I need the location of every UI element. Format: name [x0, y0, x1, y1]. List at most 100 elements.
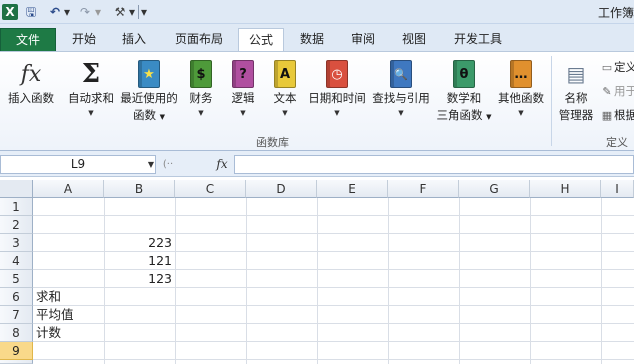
- cell-b3[interactable]: 223: [104, 234, 175, 252]
- tab-file[interactable]: 文件: [0, 28, 56, 52]
- autosum-label: 自动求和: [68, 91, 114, 105]
- name-box[interactable]: L9: [0, 155, 156, 174]
- gridline: [33, 341, 634, 342]
- lookup-reference-button[interactable]: 🔍 查找与引用 ▼: [369, 58, 433, 119]
- row-header-6[interactable]: 6: [0, 288, 33, 306]
- row-header-10[interactable]: 10: [0, 360, 33, 364]
- insert-function-label: 插入函数: [8, 91, 54, 105]
- more-functions-label: 其他函数: [498, 91, 544, 105]
- cell-a6[interactable]: 求和: [33, 288, 104, 306]
- undo-dropdown-icon[interactable]: ▾: [63, 4, 71, 20]
- column-header-c[interactable]: C: [175, 180, 246, 198]
- row-header-3[interactable]: 3: [0, 234, 33, 252]
- gridline: [33, 215, 634, 216]
- qat-separator: [138, 5, 139, 19]
- date-book-icon: ◷: [326, 60, 348, 88]
- date-time-button[interactable]: ◷ 日期和时间 ▼: [305, 58, 369, 119]
- column-header-g[interactable]: G: [459, 180, 530, 198]
- select-all-corner[interactable]: [0, 180, 33, 198]
- redo-icon[interactable]: ↷: [78, 4, 92, 20]
- cell-b4[interactable]: 121: [104, 252, 175, 270]
- create-from-selection-icon: ▦: [601, 109, 613, 122]
- excel-logo-icon[interactable]: X: [2, 4, 18, 20]
- autosum-button[interactable]: Σ 自动求和 ▼: [64, 58, 118, 119]
- undo-icon[interactable]: ↶: [48, 4, 62, 20]
- math-book-icon: θ: [453, 60, 475, 88]
- row-header-2[interactable]: 2: [0, 216, 33, 234]
- name-manager-icon: ▤: [566, 62, 586, 86]
- tab-data[interactable]: 数据: [288, 28, 336, 52]
- recently-used-label: 最近使用的: [120, 91, 178, 105]
- chevron-down-icon: ▼: [398, 109, 404, 117]
- sigma-icon: Σ: [81, 59, 101, 89]
- insert-function-button[interactable]: fx 插入函数: [4, 58, 58, 107]
- cell-b5[interactable]: 123: [104, 270, 175, 288]
- tab-review[interactable]: 审阅: [338, 28, 388, 52]
- fx-icon: fx: [20, 61, 42, 87]
- ribbon-tabs: 文件 开始 插入 页面布局 公式 数据 审阅 视图 开发工具: [0, 24, 634, 53]
- worksheet-grid[interactable]: A B C D E F G H I 1 2 3 4 5 6 7 8 9 10 2…: [0, 180, 634, 364]
- row-header-4[interactable]: 4: [0, 252, 33, 270]
- group-separator: [551, 56, 552, 146]
- column-header-b[interactable]: B: [104, 180, 175, 198]
- row-header-9[interactable]: 9: [0, 342, 33, 360]
- name-box-dropdown-icon[interactable]: ▼: [146, 155, 156, 174]
- more-book-icon: …: [510, 60, 532, 88]
- math-trig-button[interactable]: θ 数学和 三角函数 ▼: [434, 58, 494, 126]
- column-header-d[interactable]: D: [246, 180, 317, 198]
- define-name-icon: ▭: [601, 61, 613, 74]
- gridline: [317, 198, 318, 364]
- column-header-e[interactable]: E: [317, 180, 388, 198]
- function-library-label: 函数库: [256, 136, 289, 149]
- recent-book-icon: ★: [138, 60, 160, 88]
- define-name-button[interactable]: ▭ 定义: [600, 58, 634, 76]
- save-icon[interactable]: 🖫: [24, 4, 38, 20]
- tab-view[interactable]: 视图: [390, 28, 438, 52]
- insert-function-fx-button[interactable]: fx: [212, 155, 232, 174]
- column-header-i[interactable]: I: [601, 180, 634, 198]
- recently-used-button[interactable]: ★ 最近使用的 函数 ▼: [118, 58, 180, 126]
- name-manager-label-2: 管理器: [558, 108, 594, 122]
- gridline: [388, 198, 389, 364]
- formula-bar-splitter-icon[interactable]: (··: [160, 155, 176, 174]
- tab-insert[interactable]: 插入: [110, 28, 158, 52]
- formula-bar: L9 ▼ (·· fx: [0, 151, 634, 177]
- tools-dropdown-icon[interactable]: ▾: [128, 4, 136, 20]
- tab-page-layout[interactable]: 页面布局: [160, 28, 238, 52]
- column-header-h[interactable]: H: [530, 180, 601, 198]
- cell-a8[interactable]: 计数: [33, 324, 104, 342]
- recently-used-label-2: 函数 ▼: [132, 108, 166, 122]
- text-functions-button[interactable]: A 文本 ▼: [268, 58, 302, 119]
- row-header-5[interactable]: 5: [0, 270, 33, 288]
- column-header-a[interactable]: A: [33, 180, 104, 198]
- column-header-f[interactable]: F: [388, 180, 459, 198]
- text-book-icon: A: [274, 60, 296, 88]
- more-functions-button[interactable]: … 其他函数 ▼: [494, 58, 548, 119]
- tab-home[interactable]: 开始: [58, 28, 110, 52]
- redo-dropdown-icon[interactable]: ▾: [94, 4, 102, 20]
- chevron-down-icon: ▼: [334, 109, 340, 117]
- tab-developer[interactable]: 开发工具: [440, 28, 516, 52]
- customize-icon[interactable]: ▾: [140, 4, 148, 20]
- financial-button[interactable]: $ 财务 ▼: [184, 58, 218, 119]
- row-header-1[interactable]: 1: [0, 198, 33, 216]
- name-manager-button[interactable]: ▤ 名称 管理器: [555, 58, 597, 124]
- create-from-selection-button[interactable]: ▦ 根据: [600, 106, 634, 124]
- cell-a7[interactable]: 平均值: [33, 306, 104, 324]
- chevron-down-icon: ▼: [518, 109, 524, 117]
- tab-formulas[interactable]: 公式: [238, 28, 284, 53]
- row-header-8[interactable]: 8: [0, 324, 33, 342]
- logical-button[interactable]: ? 逻辑 ▼: [226, 58, 260, 119]
- window-title: 工作簿: [597, 6, 634, 20]
- row-header-7[interactable]: 7: [0, 306, 33, 324]
- formula-input[interactable]: [234, 155, 634, 174]
- math-trig-label-2: 三角函数 ▼: [436, 108, 492, 122]
- chevron-down-icon: ▼: [240, 109, 246, 117]
- use-in-formula-button[interactable]: ✎ 用于: [600, 82, 634, 100]
- gridline: [175, 198, 176, 364]
- gridline: [33, 359, 634, 360]
- chevron-down-icon: ▼: [282, 109, 288, 117]
- gridline: [33, 305, 634, 306]
- tools-icon[interactable]: ⚒: [112, 4, 128, 20]
- gridline: [530, 198, 531, 364]
